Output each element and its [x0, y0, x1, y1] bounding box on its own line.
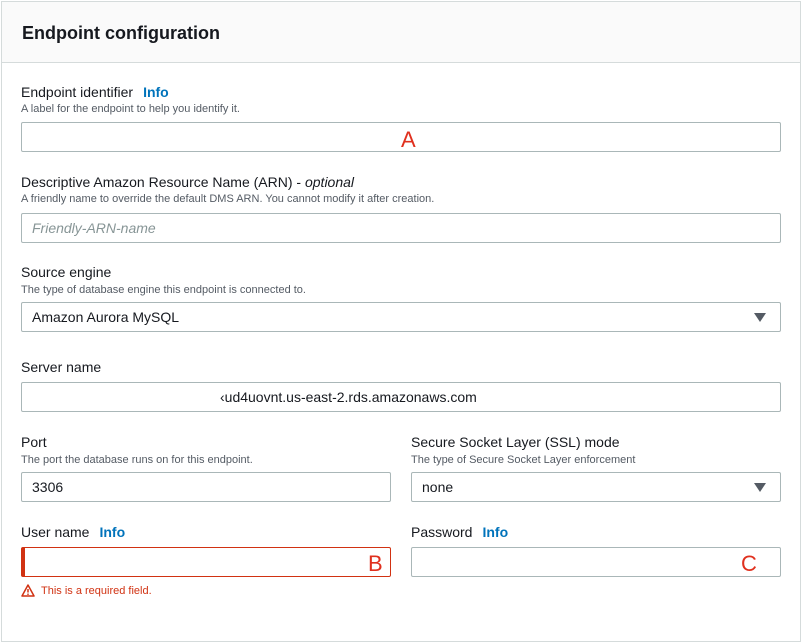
endpoint-identifier-label-text: Endpoint identifier — [21, 84, 134, 100]
source-engine-select[interactable]: Amazon Aurora MySQL — [21, 302, 781, 332]
endpoint-identifier-description: A label for the endpoint to help you ide… — [21, 103, 240, 115]
caret-down-icon — [754, 313, 766, 322]
arn-label-text: Descriptive Amazon Resource Name (ARN) - — [21, 174, 305, 190]
user-name-input[interactable] — [21, 547, 391, 577]
password-label: Password Info — [411, 524, 508, 540]
ssl-mode-selected-value: none — [422, 479, 454, 495]
user-name-label: User name Info — [21, 524, 125, 540]
server-name-input[interactable]: ‹ud4uovnt.us-east-2.rds.amazonaws.com — [21, 382, 781, 412]
annotation-a: A — [401, 127, 416, 152]
panel-title: Endpoint configuration — [22, 23, 220, 43]
user-name-error: This is a required field. — [21, 584, 152, 597]
port-description: The port the database runs on for this e… — [21, 454, 253, 466]
server-name-label: Server name — [21, 359, 102, 375]
ssl-mode-select[interactable]: none — [411, 472, 781, 502]
arn-optional-text: optional — [304, 174, 355, 190]
endpoint-identifier-info-link[interactable]: Info — [143, 84, 169, 100]
warning-triangle-icon — [21, 584, 35, 597]
password-info-link[interactable]: Info — [482, 524, 508, 540]
server-name-value: ‹ud4uovnt.us-east-2.rds.amazonaws.com — [220, 389, 477, 405]
arn-label: Descriptive Amazon Resource Name (ARN) -… — [21, 174, 354, 190]
user-name-label-text: User name — [21, 524, 90, 540]
annotation-b: B — [368, 551, 383, 576]
arn-input[interactable]: Friendly-ARN-name — [21, 213, 781, 243]
password-input[interactable] — [411, 547, 781, 577]
port-input[interactable]: 3306 — [21, 472, 391, 502]
user-name-error-text: This is a required field. — [41, 584, 152, 597]
source-engine-selected-value: Amazon Aurora MySQL — [32, 309, 180, 325]
ssl-mode-label: Secure Socket Layer (SSL) mode — [411, 434, 620, 450]
ssl-mode-description: The type of Secure Socket Layer enforcem… — [411, 454, 636, 466]
user-name-info-link[interactable]: Info — [99, 524, 125, 540]
source-engine-label: Source engine — [21, 264, 112, 280]
panel-header: Endpoint configuration — [2, 2, 800, 63]
port-label: Port — [21, 434, 47, 450]
source-engine-description: The type of database engine this endpoin… — [21, 284, 306, 296]
arn-description: A friendly name to override the default … — [21, 193, 435, 205]
endpoint-identifier-label: Endpoint identifier Info — [21, 84, 169, 100]
caret-down-icon — [754, 483, 766, 492]
password-label-text: Password — [411, 524, 473, 540]
annotation-c: C — [741, 551, 757, 576]
